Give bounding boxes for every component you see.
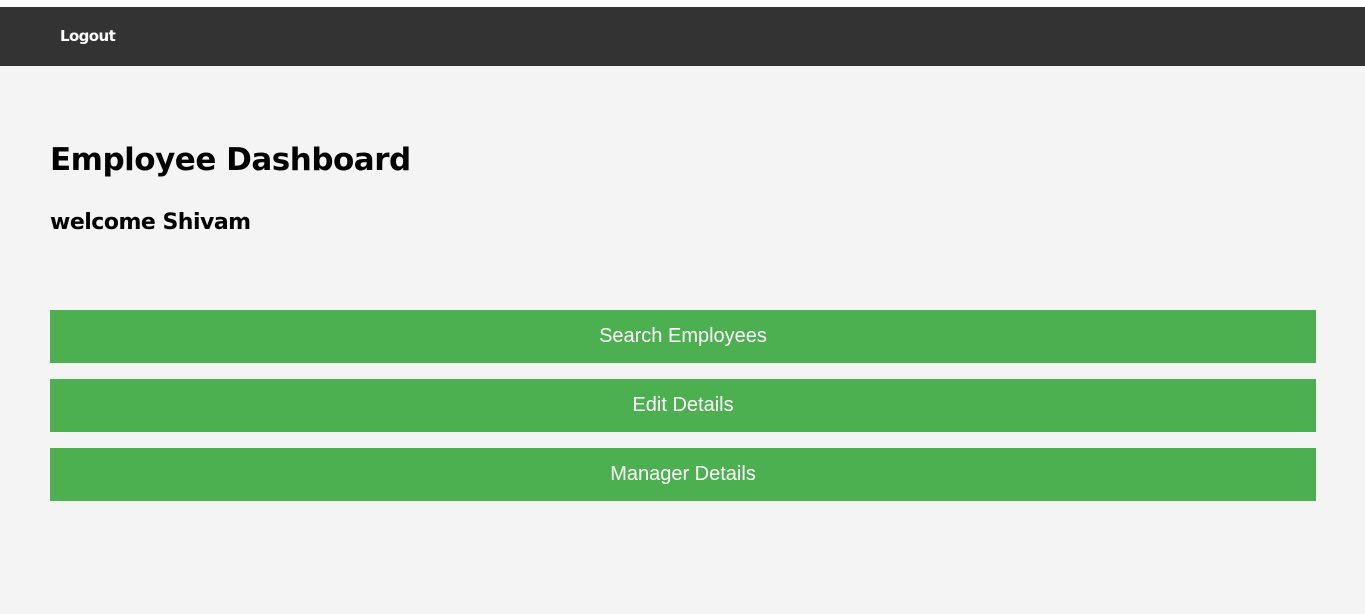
top-navbar: Logout (0, 7, 1365, 66)
manager-details-button[interactable]: Manager Details (50, 448, 1316, 501)
page-title: Employee Dashboard (50, 142, 411, 178)
dashboard-page: Logout Employee Dashboard welcome Shivam… (0, 7, 1365, 614)
logout-link[interactable]: Logout (60, 26, 116, 46)
search-employees-button[interactable]: Search Employees (50, 310, 1316, 363)
welcome-message: welcome Shivam (50, 210, 251, 235)
edit-details-button[interactable]: Edit Details (50, 379, 1316, 432)
